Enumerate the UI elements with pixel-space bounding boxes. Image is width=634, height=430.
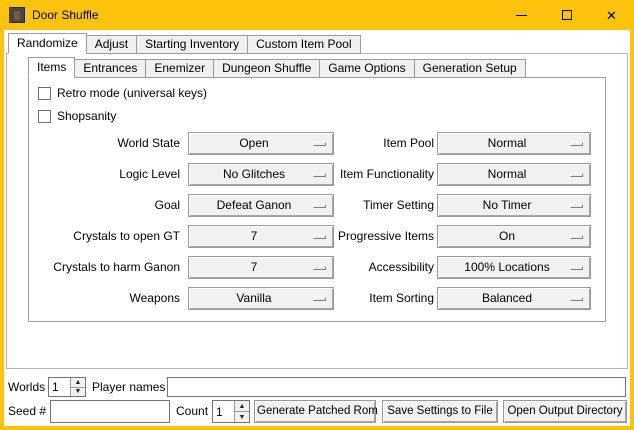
- save-settings-button[interactable]: Save Settings to File: [382, 400, 498, 423]
- dropdown-indicator-icon: [570, 297, 583, 301]
- dropdown-indicator-icon: [570, 204, 583, 208]
- tab-items[interactable]: Items: [28, 57, 75, 78]
- open-output-directory-button[interactable]: Open Output Directory: [503, 400, 627, 423]
- progressive-items-dropdown[interactable]: On: [437, 225, 591, 248]
- spinner-down-icon[interactable]: ▼: [235, 412, 249, 422]
- dropdown-value: Normal: [438, 133, 590, 154]
- spinner-buttons: ▲ ▼: [234, 401, 249, 422]
- worlds-value[interactable]: 1: [49, 378, 70, 396]
- logic-level-label: Logic Level: [30, 163, 180, 186]
- tab-enemizer[interactable]: Enemizer: [145, 59, 214, 78]
- close-icon: ✕: [606, 9, 617, 22]
- window-title: Door Shuffle: [32, 8, 99, 22]
- close-button[interactable]: ✕: [589, 0, 634, 30]
- worlds-label: Worlds: [8, 377, 45, 397]
- progressive-items-label: Progressive Items: [292, 225, 434, 248]
- accessibility-dropdown[interactable]: 100% Locations: [437, 256, 591, 279]
- tab-game-options[interactable]: Game Options: [319, 59, 414, 78]
- checkbox-box-icon[interactable]: [38, 110, 51, 123]
- tab-adjust[interactable]: Adjust: [86, 35, 137, 54]
- dropdown-indicator-icon: [570, 266, 583, 270]
- window-controls: ✕: [499, 0, 634, 30]
- retro-mode-checkbox[interactable]: Retro mode (universal keys): [38, 86, 207, 100]
- player-names-label: Player names: [92, 377, 165, 397]
- worlds-spinner[interactable]: 1 ▲ ▼: [48, 377, 86, 397]
- shopsanity-checkbox[interactable]: Shopsanity: [38, 109, 116, 123]
- item-functionality-dropdown[interactable]: Normal: [437, 163, 591, 186]
- tab-generation-setup[interactable]: Generation Setup: [414, 59, 526, 78]
- crystals-ganon-label: Crystals to harm Ganon: [30, 256, 180, 279]
- tab-randomize[interactable]: Randomize: [8, 33, 87, 54]
- maximize-icon: [562, 10, 572, 20]
- dropdown-value: On: [438, 226, 590, 247]
- minimize-button[interactable]: [499, 0, 544, 30]
- checkbox-box-icon[interactable]: [38, 87, 51, 100]
- dropdown-value: No Timer: [438, 195, 590, 216]
- window: Door Shuffle ✕ Randomize Adjust Starting…: [0, 0, 634, 430]
- maximize-button[interactable]: [544, 0, 589, 30]
- dropdown-indicator-icon: [570, 235, 583, 239]
- sub-tab-bar: Items Entrances Enemizer Dungeon Shuffle…: [28, 57, 525, 78]
- generate-patched-rom-button[interactable]: Generate Patched Rom: [254, 400, 376, 423]
- dropdown-indicator-icon: [570, 173, 583, 177]
- accessibility-label: Accessibility: [292, 256, 434, 279]
- footer-right-buttons: Save Settings to File Open Output Direct…: [382, 400, 627, 423]
- spinner-buttons: ▲ ▼: [70, 378, 85, 396]
- world-state-label: World State: [30, 132, 180, 155]
- tab-entrances[interactable]: Entrances: [74, 59, 146, 78]
- minimize-icon: [516, 15, 527, 16]
- timer-setting-label: Timer Setting: [292, 194, 434, 217]
- spinner-up-icon[interactable]: ▲: [71, 378, 85, 388]
- item-sorting-dropdown[interactable]: Balanced: [437, 287, 591, 310]
- spinner-down-icon[interactable]: ▼: [71, 388, 85, 397]
- item-pool-dropdown[interactable]: Normal: [437, 132, 591, 155]
- count-label: Count: [176, 400, 208, 423]
- timer-setting-dropdown[interactable]: No Timer: [437, 194, 591, 217]
- tab-custom-item-pool[interactable]: Custom Item Pool: [247, 35, 360, 54]
- shopsanity-label: Shopsanity: [57, 109, 116, 123]
- tab-starting-inventory[interactable]: Starting Inventory: [136, 35, 248, 54]
- dropdown-value: Balanced: [438, 288, 590, 309]
- player-names-input[interactable]: [167, 377, 626, 397]
- tab-dungeon-shuffle[interactable]: Dungeon Shuffle: [213, 59, 320, 78]
- dropdown-indicator-icon: [570, 142, 583, 146]
- seed-input[interactable]: [50, 400, 170, 423]
- goal-label: Goal: [30, 194, 180, 217]
- weapons-label: Weapons: [30, 287, 180, 310]
- main-tab-bar: Randomize Adjust Starting Inventory Cust…: [8, 33, 360, 54]
- app-icon: [9, 7, 25, 23]
- item-pool-label: Item Pool: [292, 132, 434, 155]
- dropdown-value: Normal: [438, 164, 590, 185]
- item-sorting-label: Item Sorting: [292, 287, 434, 310]
- retro-mode-label: Retro mode (universal keys): [57, 86, 207, 100]
- item-functionality-label: Item Functionality: [292, 163, 434, 186]
- spinner-up-icon[interactable]: ▲: [235, 401, 249, 412]
- titlebar[interactable]: Door Shuffle ✕: [0, 0, 634, 30]
- window-content: Randomize Adjust Starting Inventory Cust…: [4, 30, 630, 426]
- count-value[interactable]: 1: [213, 401, 234, 422]
- count-spinner[interactable]: 1 ▲ ▼: [212, 400, 250, 423]
- dropdown-value: 100% Locations: [438, 257, 590, 278]
- crystals-gt-label: Crystals to open GT: [30, 225, 180, 248]
- seed-label: Seed #: [8, 400, 46, 423]
